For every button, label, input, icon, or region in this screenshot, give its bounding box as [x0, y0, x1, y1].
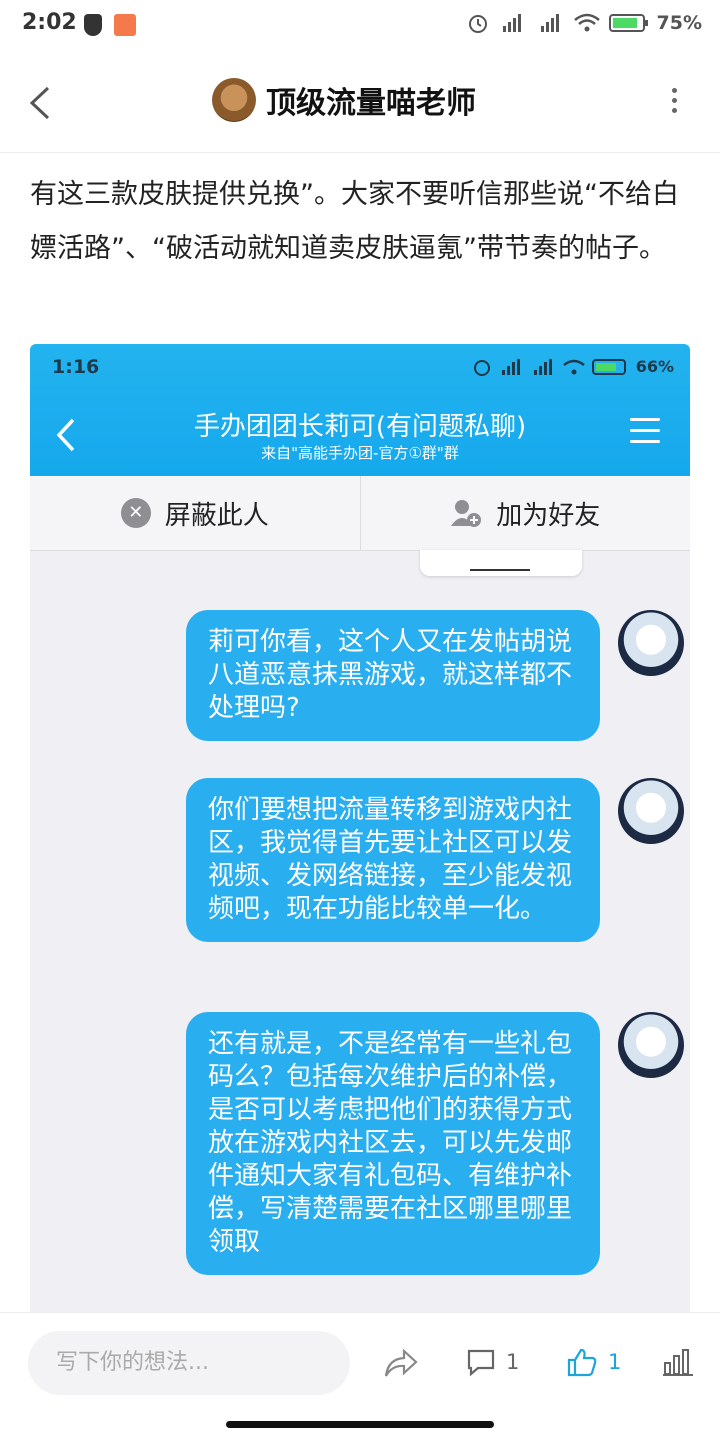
- screenshot-status-icons: 66%: [472, 357, 674, 376]
- comment-count: 1: [506, 1350, 520, 1374]
- bottom-action-bar: 写下你的想法... 1 1: [0, 1312, 720, 1413]
- chat-message: 你们要想把流量转移到游戏内社区，我觉得首先要让社区可以发视频、发网络链接，至少能…: [186, 778, 684, 942]
- chat-menu-icon: [630, 418, 660, 451]
- comment-input[interactable]: 写下你的想法...: [28, 1331, 350, 1395]
- signal-icon: [501, 358, 520, 375]
- top-nav-bar: 顶级流量喵老师: [0, 52, 720, 153]
- sender-avatar: [618, 610, 684, 676]
- chat-subtitle: 来自"高能手办团-官方①群"群: [261, 444, 459, 462]
- block-user-button: ✕ 屏蔽此人: [30, 476, 360, 550]
- wifi-icon: [573, 13, 600, 32]
- previous-message-stub: [420, 550, 582, 576]
- more-options-icon[interactable]: [672, 88, 680, 118]
- status-bar: 2:02 75%: [0, 0, 720, 52]
- status-icons: 75%: [467, 12, 702, 34]
- avatar[interactable]: [212, 78, 256, 122]
- screenshot-status-time: 1:16: [52, 356, 100, 378]
- shield-icon: [84, 14, 102, 36]
- signal-icon-2: [540, 14, 559, 32]
- like-count: 1: [608, 1350, 622, 1374]
- header-title-group[interactable]: 顶级流量喵老师: [212, 78, 476, 122]
- add-friend-icon: [451, 500, 482, 527]
- wifi-icon: [562, 359, 585, 374]
- status-time: 2:02: [22, 10, 77, 35]
- chat-actions-bar: ✕ 屏蔽此人 加为好友: [30, 476, 690, 551]
- stats-icon[interactable]: [662, 1347, 694, 1377]
- message-bubble: 莉可你看，这个人又在发帖胡说八道恶意抹黑游戏，就这样都不处理吗?: [186, 610, 600, 741]
- signal-icon-2: [533, 358, 552, 375]
- screenshot-battery-percent: 66%: [635, 357, 674, 376]
- comment-button[interactable]: 1: [466, 1347, 519, 1377]
- like-button[interactable]: 1: [566, 1347, 621, 1377]
- thumbs-up-icon: [567, 1348, 597, 1377]
- chat-message: 还有就是，不是经常有一些礼包码么？包括每次维护后的补偿，是否可以考虑把他们的获得…: [186, 1012, 684, 1275]
- battery-icon: [608, 14, 648, 32]
- add-friend-label: 加为好友: [496, 500, 601, 531]
- article-text: 有这三款皮肤提供兑换”。大家不要听信那些说“不给白嫖活路”、“破活动就知道卖皮肤…: [30, 179, 679, 264]
- battery-icon: [591, 358, 626, 375]
- sender-avatar: [618, 1012, 684, 1078]
- message-bubble: 还有就是，不是经常有一些礼包码么？包括每次维护后的补偿，是否可以考虑把他们的获得…: [186, 1012, 600, 1275]
- battery-percent: 75%: [656, 12, 702, 34]
- sender-avatar: [618, 778, 684, 844]
- chat-header: 1:16 66% 手办团团长莉可(有问题私聊) 来自"高能手办团-官方①群"群: [30, 344, 690, 476]
- back-arrow-icon[interactable]: [28, 86, 52, 120]
- chat-message: 莉可你看，这个人又在发帖胡说八道恶意抹黑游戏，就这样都不处理吗?: [186, 610, 684, 741]
- embedded-chat-screenshot: 1:16 66% 手办团团长莉可(有问题私聊) 来自"高能手办团-官方①群"群 …: [30, 344, 690, 1312]
- comment-icon: [467, 1349, 495, 1377]
- app-notification-icon: [114, 14, 136, 36]
- home-indicator[interactable]: [226, 1421, 494, 1428]
- share-icon[interactable]: [384, 1347, 418, 1379]
- alarm-icon: [473, 359, 490, 376]
- block-icon: ✕: [120, 498, 151, 528]
- page-title: 顶级流量喵老师: [266, 86, 476, 121]
- block-label: 屏蔽此人: [164, 500, 269, 531]
- message-bubble: 你们要想把流量转移到游戏内社区，我觉得首先要让社区可以发视频、发网络链接，至少能…: [186, 778, 600, 942]
- add-friend-button: 加为好友: [359, 476, 691, 550]
- signal-icon: [502, 14, 521, 32]
- alarm-icon: [468, 15, 487, 33]
- chat-title: 手办团团长莉可(有问题私聊): [193, 412, 527, 442]
